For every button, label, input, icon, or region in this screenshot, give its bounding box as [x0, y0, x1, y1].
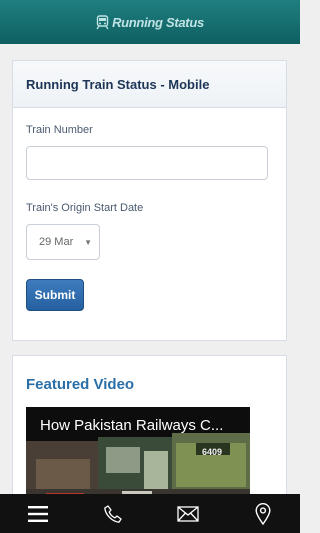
featured-video-title: Featured Video [26, 376, 135, 393]
featured-video-panel: Featured Video 6409 How Pakistan Railway… [12, 355, 287, 515]
form-body: Train Number Train's Origin Start Date 2… [13, 108, 286, 327]
video-player[interactable]: 6409 How Pakistan Railways C... [26, 407, 250, 507]
brand-name: Running Status [112, 14, 204, 30]
train-number-input[interactable] [26, 146, 268, 180]
video-caption: 6409 [202, 447, 223, 457]
origin-date-label: Train's Origin Start Date [26, 202, 144, 214]
video-title[interactable]: How Pakistan Railways C... [26, 417, 250, 434]
mail-icon[interactable] [168, 494, 208, 533]
brand-logo: Running Status [96, 15, 204, 30]
app-header: Running Status [0, 0, 300, 44]
train-status-form-panel: Running Train Status - Mobile Train Numb… [12, 60, 287, 341]
form-panel-header: Running Train Status - Mobile [13, 61, 286, 108]
submit-button[interactable]: Submit [26, 279, 84, 311]
phone-icon[interactable] [93, 494, 133, 533]
train-number-label: Train Number [26, 124, 93, 136]
menu-icon[interactable] [18, 494, 58, 533]
bottom-nav-bar [0, 494, 300, 533]
origin-date-select[interactable]: 29 Mar ▼ [26, 224, 100, 260]
origin-date-value: 29 Mar [39, 236, 74, 248]
form-title: Running Train Status - Mobile [26, 76, 210, 92]
location-pin-icon[interactable] [243, 494, 283, 533]
train-icon [96, 14, 109, 30]
chevron-down-icon: ▼ [84, 237, 92, 247]
